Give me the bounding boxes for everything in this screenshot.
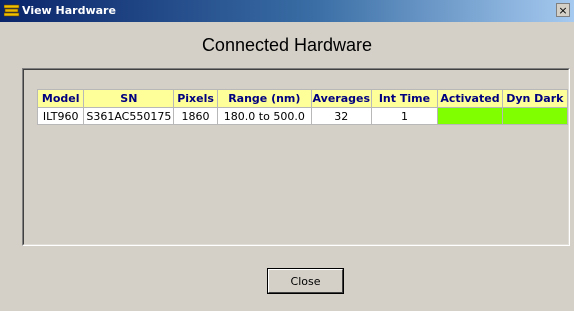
cell-averages[interactable]: 32 (310, 107, 372, 125)
close-icon[interactable]: × (556, 3, 570, 17)
column-header-activated[interactable]: Activated (437, 89, 503, 108)
view-hardware-window: View Hardware × Connected Hardware Model… (0, 0, 574, 311)
hardware-table: Model SN Pixels Range (nm) Averages Int … (36, 89, 569, 125)
title-bar[interactable]: View Hardware × (0, 0, 574, 22)
cell-model[interactable]: ILT960 (36, 107, 85, 125)
column-header-int-time[interactable]: Int Time (370, 89, 439, 108)
table-row[interactable]: ILT960 S361AC550175 1860 180.0 to 500.0 … (36, 107, 569, 125)
column-header-sn[interactable]: SN (83, 89, 175, 108)
page-title: Connected Hardware (201, 35, 373, 55)
cell-int-time[interactable]: 1 (370, 107, 439, 125)
column-header-range[interactable]: Range (nm) (216, 89, 312, 108)
column-header-averages[interactable]: Averages (310, 89, 372, 108)
table-header-row: Model SN Pixels Range (nm) Averages Int … (36, 89, 569, 108)
hardware-panel: Model SN Pixels Range (nm) Averages Int … (22, 68, 570, 246)
dyn-dark-status-cell[interactable] (501, 107, 569, 125)
cell-sn[interactable]: S361AC550175 (83, 107, 175, 125)
activated-status-cell[interactable] (437, 107, 503, 125)
column-header-pixels[interactable]: Pixels (173, 89, 218, 108)
close-button[interactable]: Close (267, 268, 344, 294)
cell-pixels[interactable]: 1860 (173, 107, 218, 125)
column-header-model[interactable]: Model (36, 89, 85, 108)
cell-range[interactable]: 180.0 to 500.0 (216, 107, 312, 125)
hardware-icon (4, 4, 20, 17)
column-header-dyn-dark[interactable]: Dyn Dark (501, 89, 569, 108)
window-title: View Hardware (22, 4, 116, 17)
